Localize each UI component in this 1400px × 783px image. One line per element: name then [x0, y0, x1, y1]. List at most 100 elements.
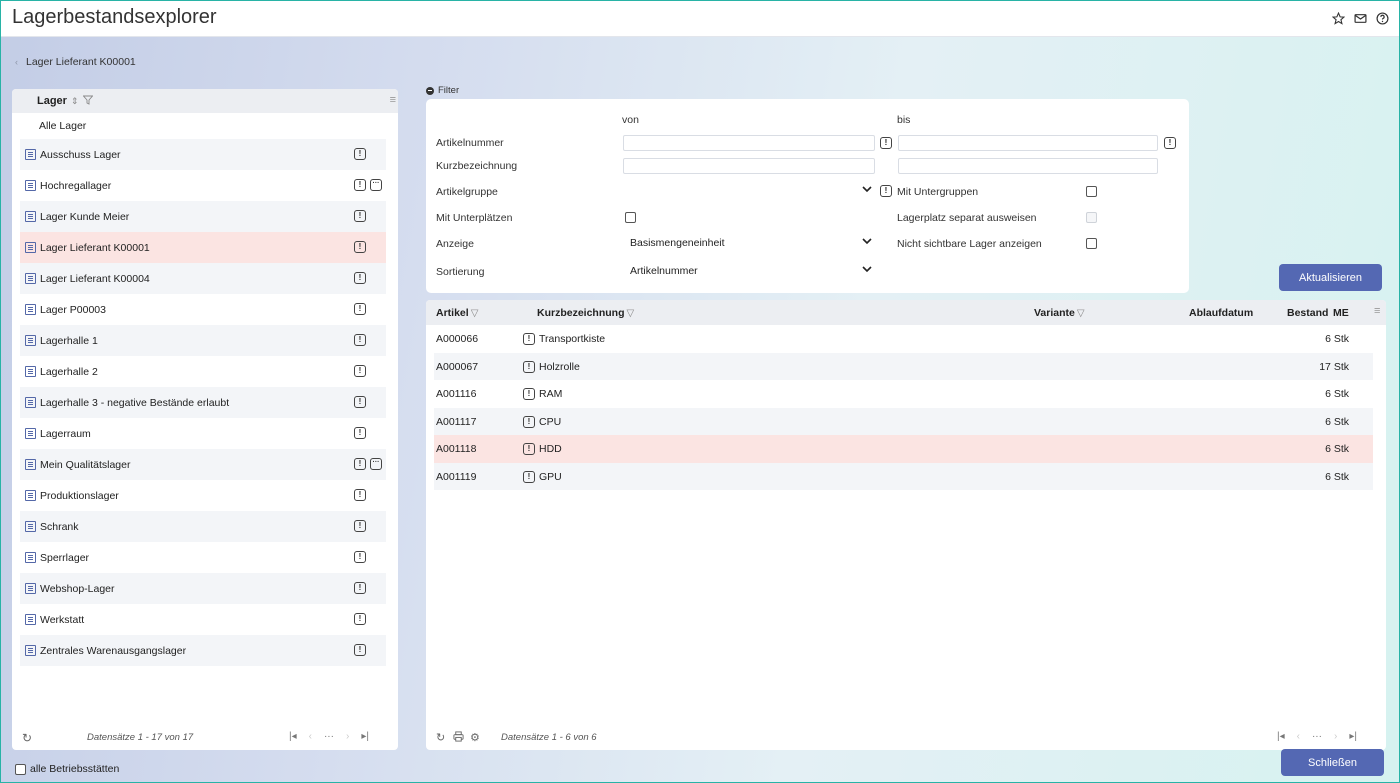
info-icon[interactable]: !: [354, 551, 366, 563]
mail-icon[interactable]: [1353, 11, 1367, 25]
short-description-to-input[interactable]: [898, 158, 1158, 174]
warehouse-row[interactable]: Werkstatt!: [20, 604, 386, 635]
first-page-icon[interactable]: |◂: [1277, 731, 1285, 742]
warehouse-row[interactable]: Zentrales Warenausgangslager!: [20, 635, 386, 666]
chevron-down-icon[interactable]: [862, 237, 872, 248]
table-row[interactable]: A001118! HDD 6 Stk: [434, 435, 1373, 463]
next-page-icon[interactable]: ›: [346, 731, 349, 742]
more-icon[interactable]: ···: [370, 458, 382, 470]
page-more-icon[interactable]: ···: [1312, 731, 1322, 742]
chevron-down-icon[interactable]: [862, 265, 872, 276]
info-icon[interactable]: !: [354, 334, 366, 346]
refresh-icon[interactable]: ↻: [436, 731, 445, 744]
warehouse-row[interactable]: Ausschuss Lager!: [20, 139, 386, 170]
warehouse-row[interactable]: Lagerraum!: [20, 418, 386, 449]
info-icon[interactable]: !: [354, 489, 366, 501]
short-description-from-input[interactable]: [623, 158, 875, 174]
refresh-icon[interactable]: ↻: [22, 731, 32, 745]
filter-funnel-icon[interactable]: ▽: [471, 308, 479, 319]
article-number-to-input[interactable]: [898, 135, 1158, 151]
table-row[interactable]: A001119! GPU 6 Stk: [434, 462, 1373, 490]
info-icon[interactable]: !: [523, 360, 535, 373]
with-subgroups-checkbox[interactable]: [1086, 186, 1097, 197]
info-icon[interactable]: !: [354, 210, 366, 222]
sort-select[interactable]: Artikelnummer: [630, 263, 698, 279]
table-row[interactable]: A001117! CPU 6 Stk: [434, 407, 1373, 435]
warehouse-row[interactable]: Schrank!: [20, 511, 386, 542]
info-icon[interactable]: !: [523, 388, 535, 400]
more-icon[interactable]: ···: [370, 179, 382, 191]
prev-page-icon[interactable]: ‹: [1297, 731, 1300, 742]
help-icon[interactable]: [1375, 11, 1389, 25]
all-sites-checkbox[interactable]: [15, 763, 26, 775]
warehouse-row[interactable]: Mein Qualitätslager! ···: [20, 449, 386, 480]
last-page-icon[interactable]: ▸|: [361, 731, 369, 742]
warehouse-row[interactable]: Hochregallager! ···: [20, 170, 386, 201]
warehouse-row[interactable]: Lager Lieferant K00004!: [20, 263, 386, 294]
table-row[interactable]: A000067! Holzrolle 17 Stk: [434, 352, 1373, 380]
display-select[interactable]: Basismengeneinheit: [630, 235, 725, 251]
first-page-icon[interactable]: |◂: [289, 731, 297, 742]
warehouse-row[interactable]: Lagerhalle 3 - negative Bestände erlaubt…: [20, 387, 386, 418]
column-header-unit[interactable]: ME: [1333, 307, 1349, 319]
filter-toggle[interactable]: Filter: [426, 85, 459, 96]
column-menu-icon[interactable]: ≡: [1374, 305, 1380, 317]
info-icon[interactable]: !: [354, 272, 366, 284]
show-hidden-checkbox[interactable]: [1086, 238, 1097, 249]
info-icon[interactable]: !: [354, 613, 366, 625]
separate-storage-checkbox[interactable]: [1086, 212, 1097, 223]
info-icon[interactable]: !: [880, 137, 892, 149]
column-header-article[interactable]: Artikel ▽: [436, 307, 478, 319]
info-icon[interactable]: !: [523, 470, 535, 483]
column-header-expiry[interactable]: Ablaufdatum: [1189, 307, 1253, 319]
info-icon[interactable]: !: [354, 365, 366, 377]
settings-gear-icon[interactable]: ⚙: [470, 731, 480, 744]
warehouse-column-header[interactable]: Lager: [37, 95, 67, 107]
article-group-select[interactable]: [623, 183, 875, 199]
info-icon[interactable]: !: [354, 148, 366, 160]
warehouse-row[interactable]: Lager P00003!: [20, 294, 386, 325]
page-more-icon[interactable]: ···: [324, 731, 334, 742]
info-icon[interactable]: !: [354, 179, 366, 191]
warehouse-row[interactable]: Lagerhalle 2!: [20, 356, 386, 387]
info-icon[interactable]: !: [354, 303, 366, 315]
info-icon[interactable]: !: [354, 520, 366, 532]
info-icon[interactable]: !: [354, 582, 366, 594]
star-icon[interactable]: [1331, 11, 1345, 25]
all-warehouses-item[interactable]: Alle Lager: [12, 113, 398, 139]
info-icon[interactable]: !: [354, 458, 366, 470]
warehouse-row[interactable]: Sperrlager!: [20, 542, 386, 573]
sort-icon[interactable]: ⇕: [71, 96, 79, 107]
warehouse-row[interactable]: Webshop-Lager!: [20, 573, 386, 604]
chevron-down-icon[interactable]: [862, 185, 872, 196]
filter-funnel-icon[interactable]: ▽: [1077, 308, 1085, 319]
with-subplaces-checkbox[interactable]: [625, 212, 636, 223]
info-icon[interactable]: !: [523, 333, 535, 345]
column-menu-icon[interactable]: ≡: [390, 94, 396, 106]
breadcrumb-label[interactable]: Lager Lieferant K00001: [26, 56, 136, 68]
article-number-from-input[interactable]: [623, 135, 875, 151]
column-header-stock[interactable]: Bestand: [1287, 307, 1328, 319]
info-icon[interactable]: !: [354, 644, 366, 656]
column-header-short-description[interactable]: Kurzbezeichnung ▽: [537, 307, 634, 319]
warehouse-row[interactable]: Lagerhalle 1!: [20, 325, 386, 356]
all-sites-toggle[interactable]: alle Betriebsstätten: [15, 763, 119, 775]
last-page-icon[interactable]: ▸|: [1349, 731, 1357, 742]
info-icon[interactable]: !: [354, 241, 366, 253]
warehouse-row[interactable]: Lager Lieferant K00001!: [20, 232, 386, 263]
info-icon[interactable]: !: [523, 415, 535, 428]
info-icon[interactable]: !: [1164, 137, 1176, 149]
print-icon[interactable]: [453, 731, 464, 745]
column-header-variant[interactable]: Variante ▽: [1034, 307, 1085, 319]
warehouse-row[interactable]: Produktionslager!: [20, 480, 386, 511]
back-arrow-icon[interactable]: ‹: [15, 57, 18, 67]
next-page-icon[interactable]: ›: [1334, 731, 1337, 742]
table-row[interactable]: A000066! Transportkiste 6 Stk: [434, 325, 1373, 353]
filter-funnel-icon[interactable]: [82, 95, 94, 107]
info-icon[interactable]: !: [523, 443, 535, 455]
info-icon[interactable]: !: [880, 185, 892, 197]
info-icon[interactable]: !: [354, 427, 366, 439]
filter-funnel-icon[interactable]: ▽: [627, 308, 635, 319]
table-row[interactable]: A001116! RAM 6 Stk: [434, 380, 1373, 408]
close-button[interactable]: Schließen: [1281, 749, 1384, 776]
